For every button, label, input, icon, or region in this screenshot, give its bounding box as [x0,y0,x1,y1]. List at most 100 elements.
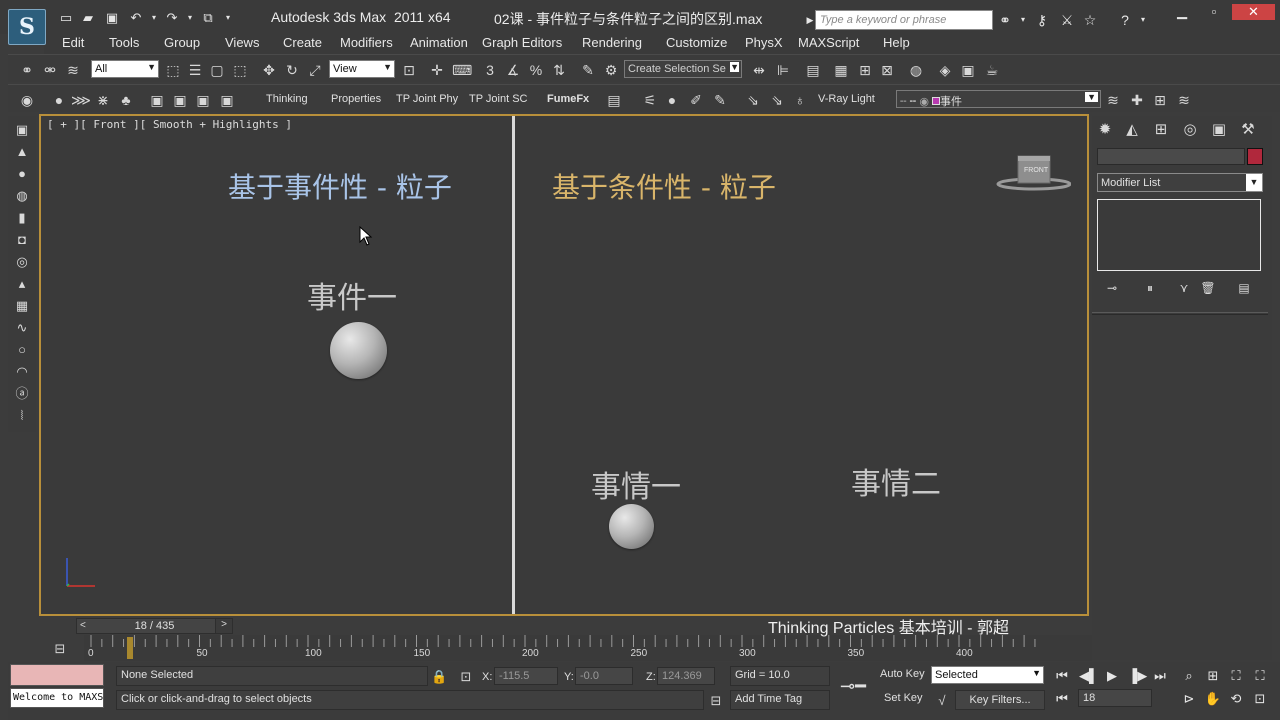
edit-named-selections-icon[interactable]: ✎ [579,61,597,79]
menu-help[interactable]: Help [883,35,910,50]
render-setup-icon[interactable]: ◈ [936,61,954,79]
quick-access-dropdown-icon[interactable]: ▾ [220,10,236,26]
reference-coordinate-dropdown[interactable]: View ▼ [329,60,395,78]
add-time-tag[interactable]: Add Time Tag [730,690,830,710]
set-key-mode-icon[interactable]: ⊸━ [840,676,868,696]
schematic-view-icon[interactable]: ⊠ [878,61,896,79]
event-one-sphere[interactable] [330,322,387,379]
menu-physx[interactable]: PhysX [745,35,783,50]
layer-manage-icon[interactable]: ≋ [1175,91,1193,109]
fumefx-panel-icon[interactable]: ▤ [605,91,623,109]
play-icon[interactable]: ▶ [1103,667,1121,685]
absolute-mode-icon[interactable]: ⊡ [458,669,474,685]
window-crossing-icon[interactable]: ⬚ [231,61,249,79]
maxscript-listener-field[interactable] [10,664,104,686]
circle-icon[interactable]: ○ [14,342,30,358]
x-coord-field[interactable]: -115.5 [494,667,558,685]
graphite-modeling-tools-icon[interactable]: ▦ [832,61,850,79]
render-frame-icon[interactable]: ▣ [171,91,189,109]
communication-center-icon[interactable]: ⚔ [1058,11,1076,29]
drop-icon[interactable]: ● [50,91,68,109]
default-tangent-icon[interactable]: √ [934,693,950,709]
field-of-view-icon[interactable]: ⊳ [1180,690,1198,708]
front-viewport[interactable]: [ + ][ Front ][ Smooth + Highlights ] 基于… [39,114,1089,616]
binoculars-icon[interactable]: ⚭ [996,11,1014,29]
cylinder-icon[interactable]: ▮ [14,210,30,226]
helix-icon[interactable]: ⦚ [14,408,30,424]
menu-create[interactable]: Create [283,35,322,50]
properties-button[interactable]: Properties [331,93,381,105]
sphere-icon[interactable]: ● [14,166,30,182]
birds-icon[interactable]: ⋇ [94,91,112,109]
subscription-key-icon[interactable]: ⚷ [1033,11,1051,29]
angle-snap-icon[interactable]: ∡ [504,61,522,79]
layer-create-icon[interactable]: ≋ [1104,91,1122,109]
matter-one-sphere[interactable] [609,504,654,549]
time-slider-next-button[interactable]: > [215,618,233,634]
render-region-icon[interactable]: ▣ [194,91,212,109]
search-options-dropdown-icon[interactable]: ▾ [1014,11,1032,29]
help-dropdown-icon[interactable]: ▾ [1134,11,1152,29]
select-and-rotate-icon[interactable]: ↻ [283,61,301,79]
go-to-start-icon[interactable]: ⏮ [1053,667,1071,685]
vray-sphere-icon[interactable]: ● [663,91,681,109]
search-input[interactable]: Type a keyword or phrase [815,10,993,30]
layer-manager-icon[interactable]: ▤ [804,61,822,79]
time-marker[interactable] [127,637,134,659]
time-slider[interactable]: < 18 / 435 [76,618,233,634]
motion-tab-icon[interactable]: ◎ [1180,120,1200,140]
project-folder-icon[interactable]: ⧉ [200,10,216,26]
menu-group[interactable]: Group [164,35,200,50]
display-tab-icon[interactable]: ▣ [1209,120,1229,140]
zoom-extents-icon[interactable]: ⛶ [1227,667,1245,685]
y-coord-field[interactable]: -0.0 [575,667,633,685]
remove-modifier-icon[interactable]: 🗑 [1200,280,1216,296]
key-mode-dropdown[interactable]: Selected ▼ [931,666,1044,684]
menu-animation[interactable]: Animation [410,35,468,50]
line-icon[interactable]: ∿ [14,320,30,336]
app-logo[interactable]: S [8,9,46,45]
previous-frame-icon[interactable]: ◀▌ [1079,667,1098,685]
bind-to-space-warp-icon[interactable]: ≋ [64,61,82,79]
viewport-label[interactable]: [ + ][ Front ][ Smooth + Highlights ] [47,118,292,131]
thinking-button[interactable]: Thinking [266,93,308,105]
vray-pen-icon[interactable]: ✎ [711,91,729,109]
align-icon[interactable]: ⊫ [774,61,792,79]
undo-icon[interactable]: ↶ [128,10,144,26]
help-icon[interactable]: ? [1116,11,1134,29]
menu-graph-editors[interactable]: Graph Editors [482,35,562,50]
time-tag-icon[interactable]: ⊟ [708,693,724,709]
new-file-icon[interactable]: ▭ [58,10,74,26]
open-file-icon[interactable]: ▰ [80,10,96,26]
create-tab-icon[interactable]: ✹ [1095,120,1115,140]
modifier-stack[interactable] [1097,199,1261,271]
close-button[interactable]: ✕ [1232,4,1275,20]
minimize-button[interactable]: ▁ [1172,4,1192,20]
track-bar[interactable]: 0 50 100 150 200 250 300 350 400 [84,635,1092,661]
layer-select-icon[interactable]: ⊞ [1151,91,1169,109]
zoom-all-icon[interactable]: ⊞ [1204,667,1222,685]
set-key-button[interactable]: Set Key [884,692,923,704]
menu-modifiers[interactable]: Modifiers [340,35,393,50]
modifier-list-dropdown[interactable]: Modifier List ▼ [1097,173,1263,192]
select-object-icon[interactable]: ⬚ [164,61,182,79]
next-frame-icon[interactable]: ▐▶ [1128,667,1147,685]
select-and-move-icon[interactable]: ✥ [260,61,278,79]
vray-light-button[interactable]: V-Ray Light [818,93,875,105]
pivot-center-icon[interactable]: ⊡ [400,61,418,79]
arc-icon[interactable]: ◠ [14,364,30,380]
geosphere-icon[interactable]: ◍ [14,188,30,204]
tp-joint-phy-button[interactable]: TP Joint Phy [396,93,458,105]
unlink-selection-icon[interactable]: ⚮ [41,61,59,79]
redo-icon[interactable]: ↷ [164,10,180,26]
key-filters-button[interactable]: Key Filters... [955,690,1045,710]
auto-key-button[interactable]: Auto Key [880,668,925,680]
fish-icon[interactable]: ⋙ [71,91,91,109]
vray-sun-icon[interactable]: ⚟ [641,91,659,109]
object-name-field[interactable] [1097,148,1245,165]
vray-brush-icon[interactable]: ✐ [687,91,705,109]
menu-rendering[interactable]: Rendering [582,35,642,50]
select-by-name-icon[interactable]: ☰ [186,61,204,79]
select-and-scale-icon[interactable]: ⤢ [306,61,324,79]
material-editor-icon[interactable]: ◍ [907,61,925,79]
